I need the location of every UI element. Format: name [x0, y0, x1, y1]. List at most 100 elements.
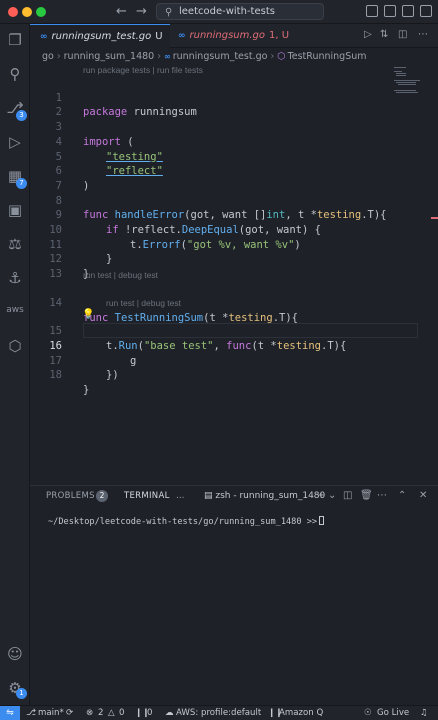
error-count[interactable]: 2: [98, 706, 103, 720]
code-line: 17 }): [30, 339, 430, 382]
toggle-panel-icon[interactable]: [384, 5, 396, 17]
docker-icon[interactable]: ⚓: [5, 268, 25, 288]
codelens-run-test[interactable]: run test | debug test: [83, 270, 158, 280]
run-icon[interactable]: ▷: [364, 29, 372, 40]
breadcrumb: go › running_sum_1480 › ∞ runningsum_test.go ›…: [30, 48, 438, 65]
code-line: 3 import (: [30, 105, 430, 148]
git-branch[interactable]: main*: [38, 706, 64, 720]
more-tabs-button[interactable]: …: [176, 486, 185, 506]
go-file-icon: ∞: [178, 31, 186, 41]
warning-icon: △: [108, 708, 115, 718]
broadcast-icon: ☉: [364, 708, 372, 718]
arrow-right-icon[interactable]: →: [136, 3, 147, 21]
codelens-run-subtest[interactable]: run test | debug test: [106, 298, 181, 308]
code-line: 11 }: [30, 223, 430, 266]
arrow-left-icon[interactable]: ←: [116, 3, 127, 21]
activity-bar: ❐ ⚲ ⎇ 3 ▷ ▦ 7 ▣ ⚖ ⚓ aws ⬡ ☺ ⚙ 1: [0, 24, 30, 705]
go-file-icon: ∞: [40, 32, 48, 42]
code-token: }: [83, 384, 90, 396]
code-line: 4 "testing": [30, 120, 430, 163]
code-line: 2: [30, 91, 430, 118]
sync-icon[interactable]: ⟳: [66, 706, 73, 720]
code-line: 18 }: [30, 354, 430, 396]
aws-icon[interactable]: aws: [3, 305, 27, 315]
tab-terminal[interactable]: TERMINAL: [124, 486, 170, 506]
split-editor-icon[interactable]: ◫: [398, 29, 407, 40]
tab-runningsum[interactable]: ∞ runningsum.go 1, U: [170, 24, 310, 48]
testing-flask-icon[interactable]: ⚖: [5, 234, 25, 254]
chevron-up-icon[interactable]: ⌃: [398, 486, 406, 506]
amazon-q-status[interactable]: Amazon Q: [279, 706, 323, 720]
remote-indicator-icon[interactable]: ⇋: [0, 706, 20, 720]
aws-profile[interactable]: AWS: profile:default: [176, 706, 261, 720]
terminal-name: zsh - running_sum_1480: [215, 491, 326, 501]
code-line: 5 "reflect": [30, 135, 430, 178]
maximize-window-button[interactable]: [36, 7, 46, 17]
git-branch-icon: ⎇: [26, 708, 36, 718]
tab-status: 1, U: [269, 30, 290, 41]
function-symbol-icon: ⬡: [277, 51, 286, 62]
close-icon[interactable]: ✕: [419, 486, 427, 506]
run-debug-icon[interactable]: ▷: [5, 132, 25, 152]
code-line: 1 package runningsum: [30, 76, 430, 119]
title-bar: ← → ⚲ leetcode-with-tests: [0, 0, 438, 24]
trash-icon[interactable]: 🗑: [360, 486, 373, 506]
ports-count[interactable]: 0: [147, 706, 152, 720]
codelens-package-tests[interactable]: run package tests | run file tests: [83, 65, 203, 75]
more-actions-icon[interactable]: ⋯: [418, 29, 428, 40]
panel-tabs: PROBLEMS 2 TERMINAL … ▤ zsh - running_su…: [30, 486, 438, 506]
breadcrumb-item[interactable]: running_sum_1480: [64, 51, 155, 62]
close-window-button[interactable]: [8, 7, 18, 17]
explorer-icon[interactable]: ❐: [5, 30, 25, 50]
terminal-selector[interactable]: ▤ zsh - running_sum_1480: [204, 486, 325, 506]
new-terminal-icon[interactable]: +: [317, 486, 325, 506]
code-line-active: 16 g: [30, 324, 430, 367]
terminal-output[interactable]: ~/Desktop/leetcode-with-tests/go/running…: [48, 516, 325, 527]
breadcrumb-item[interactable]: runningsum_test.go: [173, 51, 268, 62]
line-number: 18: [49, 369, 62, 382]
tab-status: U: [155, 31, 163, 42]
split-terminal-icon[interactable]: ◫: [343, 486, 352, 506]
customize-layout-icon[interactable]: [420, 5, 432, 17]
account-icon[interactable]: ☺: [5, 644, 25, 664]
chevron-right-icon: ›: [270, 51, 275, 62]
remote-explorer-icon[interactable]: ▣: [5, 200, 25, 220]
source-control-badge: 3: [16, 110, 27, 121]
code-line: 6 ): [30, 150, 430, 192]
code-line: 7: [30, 164, 430, 192]
open-changes-icon[interactable]: ⇅: [380, 29, 388, 40]
toggle-secondary-sidebar-icon[interactable]: [402, 5, 414, 17]
more-actions-icon[interactable]: ⋯: [377, 486, 387, 506]
search-icon[interactable]: ⚲: [5, 64, 25, 84]
code-line: 14 func TestRunningSum(t *testing.T){: [30, 282, 430, 324]
error-icon: ⊗: [86, 708, 94, 718]
terminal-prompt: ~/Desktop/leetcode-with-tests/go/running…: [48, 517, 318, 527]
warning-count[interactable]: 0: [119, 706, 124, 720]
minimize-window-button[interactable]: [22, 7, 32, 17]
status-bar: ⇋ ⎇ main* ⟳ ⊗ 2 △ 0 ❙❙ 0 ☁ AWS: profile:…: [0, 705, 438, 720]
code-line: 8 func handleError(got, want []int, t *t…: [30, 179, 430, 222]
terminal-cursor: [319, 516, 325, 525]
breadcrumb-item[interactable]: go: [42, 51, 54, 62]
toggle-sidebar-icon[interactable]: [366, 5, 378, 17]
extensions-badge: 7: [16, 178, 27, 189]
tab-label: runningsum_test.go: [51, 31, 152, 42]
settings-badge: 1: [16, 688, 27, 699]
aws-icon: ☁: [165, 708, 174, 718]
breadcrumb-item[interactable]: TestRunningSum: [288, 51, 367, 62]
tab-runningsum-test[interactable]: ∞ runningsum_test.go U: [30, 24, 170, 48]
command-center-search[interactable]: ⚲ leetcode-with-tests: [156, 3, 324, 20]
scrollbar-error-marker: [431, 217, 438, 219]
code-editor[interactable]: run package tests | run file tests 1 pac…: [30, 65, 438, 485]
chevron-down-icon[interactable]: ⌄: [328, 486, 336, 506]
go-live-button[interactable]: Go Live: [377, 706, 409, 720]
code-line: 13: [30, 252, 430, 280]
chevron-right-icon: ›: [157, 51, 162, 62]
go-file-icon: ∞: [164, 52, 171, 61]
code-line: 12 }: [30, 238, 430, 280]
amazon-q-icon[interactable]: ⬡: [5, 336, 25, 356]
chevron-right-icon: ›: [56, 51, 61, 62]
tab-problems[interactable]: PROBLEMS: [46, 486, 95, 506]
line-number: 13: [49, 268, 62, 281]
bell-icon[interactable]: ♫: [420, 706, 428, 720]
